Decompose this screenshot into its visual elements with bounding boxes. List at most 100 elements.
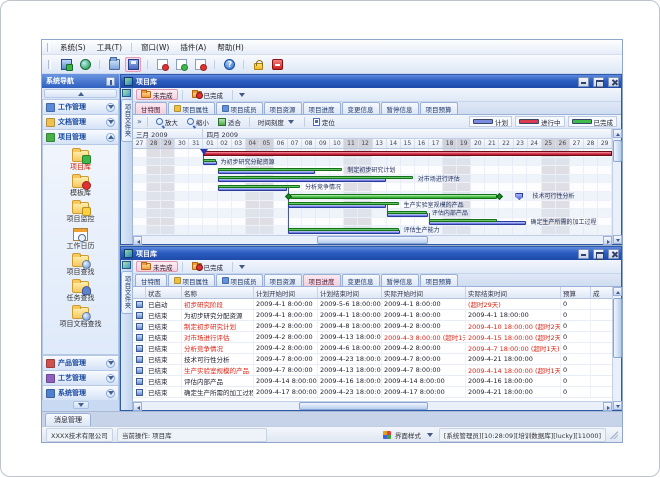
sidebar-group[interactable]: 工艺管理 <box>42 370 119 385</box>
gantt-bar-done[interactable] <box>218 168 343 171</box>
tab-2[interactable]: 项目成员 <box>216 102 263 114</box>
toolbar-button[interactable] <box>125 57 141 72</box>
tab-4[interactable]: 项目进度 <box>303 274 341 286</box>
scrollbar-thumb[interactable] <box>317 236 428 244</box>
resize-grip[interactable] <box>610 431 618 439</box>
tab-1[interactable]: 项目属性 <box>168 274 215 286</box>
toolbar-button[interactable] <box>58 57 74 72</box>
tab-6[interactable]: 暂停信息 <box>381 102 419 114</box>
folder-side-tab[interactable]: 项目文件夹 <box>121 99 132 142</box>
gantt-body[interactable]: 为初步研究分配资源制定初步研究计划对市场进行评估分析竞争情况技术可行性分析生产实… <box>133 149 612 235</box>
gantt-tool-button[interactable]: 缩小 <box>184 116 212 127</box>
minimize-button[interactable] <box>578 249 589 259</box>
gantt-tool-button[interactable]: 放大 <box>153 116 181 127</box>
toolbar-button[interactable] <box>154 57 170 72</box>
gantt-tool-button[interactable]: 时间刻度 <box>255 116 299 127</box>
scroll-left-icon[interactable] <box>133 236 142 245</box>
tab-7[interactable]: 项目预算 <box>420 274 458 286</box>
sidebar-item[interactable]: 项目文档查找 <box>43 304 118 330</box>
tab-6[interactable]: 暂停信息 <box>381 274 419 286</box>
filter-button[interactable]: 未完成 <box>136 261 178 272</box>
table-row[interactable]: 已结束分析竞争情况2009-4-2 8:00:002009-4-6 18:00:… <box>133 343 612 354</box>
toolbar-button[interactable] <box>106 57 122 72</box>
toolbar-button[interactable] <box>221 57 237 72</box>
message-manage-tab[interactable]: 消息管理 <box>45 413 91 426</box>
sidebar-group[interactable]: 文档管理 <box>42 114 119 129</box>
pin-icon[interactable] <box>106 77 115 86</box>
tab-1[interactable]: 项目属性 <box>168 102 215 114</box>
tab-2[interactable]: 项目成员 <box>216 274 263 286</box>
sidebar-item[interactable]: 任务查找 <box>43 278 118 304</box>
gantt-bar-done[interactable] <box>429 219 497 222</box>
sidebar-group[interactable]: 项目管理 <box>42 129 119 144</box>
sidebar-group[interactable]: 工作管理 <box>42 99 119 114</box>
gantt-bar-done[interactable] <box>218 176 413 179</box>
table-header-cell[interactable] <box>133 287 146 298</box>
scroll-up-icon[interactable] <box>613 129 622 138</box>
chevron-down-icon[interactable] <box>239 265 245 272</box>
filter-button[interactable]: 已完成 <box>187 89 229 100</box>
ui-style-label[interactable]: 界面样式 <box>395 430 421 440</box>
group-chevron-button[interactable] <box>106 374 115 383</box>
gantt-bar-done[interactable] <box>288 228 399 231</box>
table-header-cell[interactable]: 实际结束时间 <box>466 287 561 298</box>
scrollbar-thumb[interactable] <box>613 140 622 162</box>
table-header-cell[interactable]: 状态 <box>146 287 182 298</box>
gantt-tool-button[interactable]: 适合 <box>215 116 244 127</box>
gantt-bar-summary[interactable] <box>203 151 612 156</box>
maximize-button[interactable] <box>593 249 604 259</box>
scrollbar-thumb[interactable] <box>613 298 622 358</box>
tab-5[interactable]: 变更信息 <box>342 102 380 114</box>
tab-0[interactable]: 甘特图 <box>135 274 167 286</box>
group-chevron-button[interactable] <box>106 389 115 398</box>
sidebar-overflow-button[interactable] <box>73 401 89 409</box>
toolbar-button[interactable] <box>250 57 266 72</box>
maximize-button[interactable] <box>593 77 604 87</box>
window-titlebar[interactable]: 项目库 <box>121 247 621 260</box>
filter-button[interactable]: 未完成 <box>136 89 178 100</box>
tab-4[interactable]: 项目进度 <box>303 102 341 114</box>
table-row[interactable]: 已结束确定生产所需的加工过程2009-4-17 8:00:002009-4-23… <box>133 387 612 398</box>
sidebar-item[interactable]: 项目监控 <box>43 199 118 225</box>
menu-item[interactable]: 插件(A) <box>175 41 211 54</box>
scrollbar-thumb[interactable] <box>299 402 428 410</box>
chevron-down-icon[interactable] <box>427 433 433 440</box>
table-header-cell[interactable]: 计划结束时间 <box>318 287 382 298</box>
gantt-vertical-scrollbar[interactable] <box>612 129 621 244</box>
table-horizontal-scrollbar[interactable] <box>133 401 612 410</box>
menu-item[interactable]: 帮助(H) <box>212 41 249 54</box>
chevron-down-icon[interactable] <box>239 93 245 100</box>
table-header-cell[interactable]: 成 <box>591 287 614 298</box>
table-header-cell[interactable]: 实际开始时间 <box>382 287 466 298</box>
sidebar-group[interactable]: 产品管理 <box>42 355 119 370</box>
menu-item[interactable]: 窗口(W) <box>136 41 174 54</box>
gantt-bar-done[interactable] <box>288 202 399 205</box>
group-chevron-button[interactable] <box>106 133 115 142</box>
tab-3[interactable]: 项目资源 <box>264 102 302 114</box>
gantt-bar-done[interactable] <box>290 194 497 199</box>
scroll-right-icon[interactable] <box>603 402 612 411</box>
table-header-cell[interactable]: 预算 <box>561 287 591 298</box>
toolbar-grip[interactable] <box>48 60 51 69</box>
tab-5[interactable]: 变更信息 <box>342 274 380 286</box>
menubar-grip[interactable] <box>47 43 50 52</box>
group-chevron-button[interactable] <box>106 118 115 127</box>
scroll-right-icon[interactable] <box>603 236 612 245</box>
toolbar-button[interactable] <box>173 57 189 72</box>
filter-button[interactable]: 已完成 <box>187 261 229 272</box>
scroll-up-icon[interactable] <box>613 287 622 296</box>
sidebar-item[interactable]: 模板库 <box>43 173 118 199</box>
scroll-down-icon[interactable] <box>613 235 622 244</box>
table-header-cell[interactable]: 名称 <box>182 287 254 298</box>
sidebar-collapse-button[interactable] <box>44 89 117 98</box>
close-button[interactable] <box>608 249 619 259</box>
sidebar-item[interactable]: 工作日历 <box>43 225 118 252</box>
tab-0[interactable]: 甘特图 <box>135 102 167 114</box>
sidebar-item[interactable]: 项目查找 <box>43 252 118 278</box>
table-row[interactable]: 已结束评估内部产品2009-4-14 8:00:002009-4-16 18:0… <box>133 376 612 387</box>
table-row[interactable]: 已结束生产实验室规模的产品2009-4-7 8:00:002009-4-13 1… <box>133 365 612 376</box>
gantt-bar-done[interactable] <box>218 185 301 188</box>
sidebar-group[interactable]: 系统管理 <box>42 385 119 400</box>
sidebar-item[interactable]: 项目库 <box>43 147 118 173</box>
table-row[interactable]: 已结束技术可行性分析2009-4-7 8:00:002009-4-23 18:0… <box>133 354 612 365</box>
